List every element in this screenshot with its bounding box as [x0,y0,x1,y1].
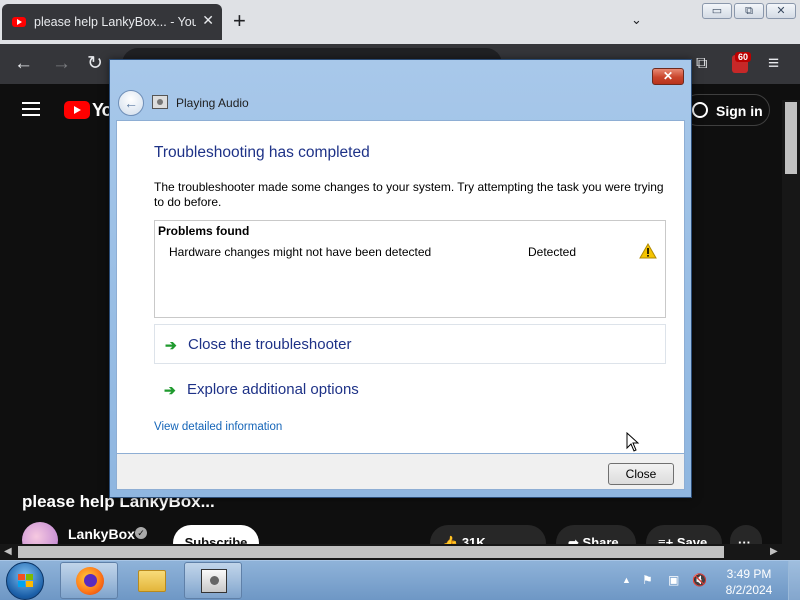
problem-name: Hardware changes might not have been det… [169,245,432,259]
warning-icon [639,243,657,259]
taskbar-firefox-button[interactable] [60,562,118,599]
taskbar-troubleshooter-button[interactable] [184,562,242,599]
explore-options-label: Explore additional options [187,381,359,398]
green-arrow-icon: ➔ [165,337,177,353]
tray-expand-icon[interactable]: ▲ [622,575,631,585]
reload-icon[interactable]: ↻ [87,54,103,74]
youtube-logo-icon[interactable] [64,101,90,119]
network-icon[interactable]: ▣ [668,573,679,587]
scroll-right-icon[interactable]: ▶ [770,544,778,560]
troubleshooter-icon [201,569,227,593]
dialog-back-button[interactable]: ← [118,90,144,116]
scroll-thumb[interactable] [785,102,797,174]
taskbar-explorer-button[interactable] [122,562,180,599]
vertical-scrollbar[interactable] [782,100,800,560]
completion-description: The troubleshooter made some changes to … [154,180,664,209]
minimize-button[interactable]: ▭ [702,3,732,19]
tab-title: please help LankyBox... - YouTube [34,15,196,29]
extension-badge: 60 [735,52,752,62]
taskbar: ▲ ⚑ ▣ 🔇 3:49 PM 8/2/2024 [0,560,800,600]
problem-status: Detected [528,245,577,259]
tab-search-icon[interactable]: ⌄ [631,12,642,28]
clock-time: 3:49 PM [726,567,772,581]
show-desktop-button[interactable] [788,561,800,600]
browser-tab-strip: please help LankyBox... - YouTube ✕ + ⌄ … [0,0,800,44]
completion-heading: Troubleshooting has completed [154,144,370,161]
problems-header: Problems found [158,224,250,238]
back-icon[interactable]: ← [14,54,33,74]
sign-in-button[interactable]: Sign in [682,94,770,126]
mouse-cursor-icon [626,432,640,452]
folder-icon [138,570,166,592]
problems-found-box: Problems found Hardware changes might no… [154,220,666,318]
scroll-left-icon[interactable]: ◀ [4,544,12,560]
restore-button[interactable]: ⧉ [734,3,764,19]
hamburger-menu-icon[interactable] [22,102,40,116]
horizontal-scrollbar[interactable]: ◀ ▶ [0,544,782,560]
volume-muted-icon[interactable]: 🔇 [692,573,707,587]
user-icon [692,102,708,118]
firefox-icon [76,567,104,595]
start-button[interactable] [6,562,44,600]
close-troubleshooter-label: Close the troubleshooter [188,336,352,353]
extensions-icon[interactable]: ⧉ [696,54,707,74]
dialog-footer: Close [116,454,685,490]
action-center-flag-icon[interactable]: ⚑ [642,573,653,587]
windows-logo-icon [18,574,33,587]
youtube-favicon-icon [12,17,26,27]
browser-menu-icon[interactable]: ≡ [768,54,779,74]
view-detailed-information-link[interactable]: View detailed information [154,421,282,433]
browser-close-button[interactable]: ✕ [766,3,796,19]
horizontal-scroll-thumb[interactable] [18,546,724,558]
browser-tab[interactable]: please help LankyBox... - YouTube ✕ [2,4,222,40]
sign-in-label: Sign in [716,103,763,119]
forward-icon[interactable]: → [52,54,71,74]
verified-icon: ✓ [135,527,147,539]
green-arrow-icon: ➔ [164,382,176,398]
new-tab-button[interactable]: + [233,9,246,33]
dialog-content: Troubleshooting has completed The troubl… [116,120,685,454]
system-clock[interactable]: 3:49 PM 8/2/2024 [718,566,780,598]
tab-close-icon[interactable]: ✕ [202,12,214,29]
troubleshooter-app-icon [152,95,168,109]
close-button[interactable]: Close [608,463,674,485]
dialog-title: Playing Audio [176,96,249,110]
explore-options-option[interactable]: ➔ Explore additional options [154,370,666,410]
close-troubleshooter-option[interactable]: ➔ Close the troubleshooter [154,324,666,364]
troubleshooter-dialog: ✕ ← Playing Audio Troubleshooting has co… [109,59,692,498]
dialog-close-x-button[interactable]: ✕ [652,68,684,85]
channel-name[interactable]: LankyBox [68,526,135,542]
clock-date: 8/2/2024 [725,583,773,597]
